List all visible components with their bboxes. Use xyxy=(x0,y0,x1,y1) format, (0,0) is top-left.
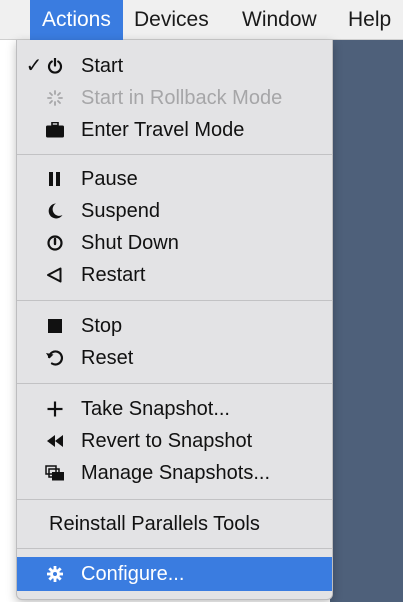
checkmark-icon: ✓ xyxy=(25,55,43,77)
menu-separator xyxy=(17,383,332,384)
menubar-help[interactable]: Help xyxy=(336,0,403,40)
menu-item-reinstall-parallels-tools[interactable]: Reinstall Parallels Tools xyxy=(17,508,332,540)
menu-separator xyxy=(17,154,332,155)
menu-item-label: Configure... xyxy=(81,563,185,585)
menu-item-label: Stop xyxy=(81,315,123,337)
menu-item-pause[interactable]: Pause xyxy=(17,163,332,195)
plus-icon xyxy=(47,401,63,417)
shutdown-icon xyxy=(47,235,63,251)
reset-icon xyxy=(46,350,63,366)
restart-icon xyxy=(47,267,62,283)
moon-icon xyxy=(48,203,63,219)
menubar-window[interactable]: Window xyxy=(230,0,329,40)
snapshots-icon xyxy=(45,465,64,481)
menu-item-label: Revert to Snapshot xyxy=(81,430,253,452)
menu-item-suspend[interactable]: Suspend xyxy=(17,195,332,227)
menu-item-label: Enter Travel Mode xyxy=(81,119,245,141)
menu-item-manage-snapshots[interactable]: Manage Snapshots... xyxy=(17,457,332,489)
menu-item-label: Start in Rollback Mode xyxy=(81,87,283,109)
pause-icon xyxy=(49,172,60,186)
menu-item-stop[interactable]: Stop xyxy=(17,310,332,342)
menu-item-label: Reset xyxy=(81,347,134,369)
menu-item-reset[interactable]: Reset xyxy=(17,342,332,374)
menu-item-label: Take Snapshot... xyxy=(81,398,230,420)
menu-item-label: Reinstall Parallels Tools xyxy=(49,513,260,535)
actions-menu: ✓ Start Start in Rollback Mode Enter Tra… xyxy=(16,40,333,600)
menubar-actions[interactable]: Actions xyxy=(30,0,123,40)
rewind-icon xyxy=(47,435,63,447)
menu-item-restart[interactable]: Restart xyxy=(17,259,332,291)
menu-item-label: Pause xyxy=(81,168,138,190)
menu-item-label: Start xyxy=(81,55,124,77)
menu-item-start[interactable]: ✓ Start xyxy=(17,50,332,82)
menu-item-enter-travel-mode[interactable]: Enter Travel Mode xyxy=(17,114,332,146)
background-desktop xyxy=(330,40,403,602)
briefcase-icon xyxy=(46,122,64,138)
power-icon xyxy=(47,58,63,74)
menu-item-configure[interactable]: Configure... xyxy=(17,557,332,591)
menu-item-label: Restart xyxy=(81,264,146,286)
menu-item-start-rollback: Start in Rollback Mode xyxy=(17,82,332,114)
menu-item-label: Suspend xyxy=(81,200,160,222)
menu-bar: Actions Devices Window Help xyxy=(0,0,403,40)
spinner-icon xyxy=(47,90,63,106)
menu-item-revert-to-snapshot[interactable]: Revert to Snapshot xyxy=(17,425,332,457)
menubar-devices[interactable]: Devices xyxy=(122,0,221,40)
stop-icon xyxy=(48,319,62,333)
menu-item-take-snapshot[interactable]: Take Snapshot... xyxy=(17,393,332,425)
gear-icon xyxy=(47,566,63,582)
menu-item-label: Shut Down xyxy=(81,232,179,254)
menu-separator xyxy=(17,548,332,549)
menu-separator xyxy=(17,300,332,301)
menu-separator xyxy=(17,499,332,500)
menu-item-label: Manage Snapshots... xyxy=(81,462,271,484)
menu-item-shut-down[interactable]: Shut Down xyxy=(17,227,332,259)
